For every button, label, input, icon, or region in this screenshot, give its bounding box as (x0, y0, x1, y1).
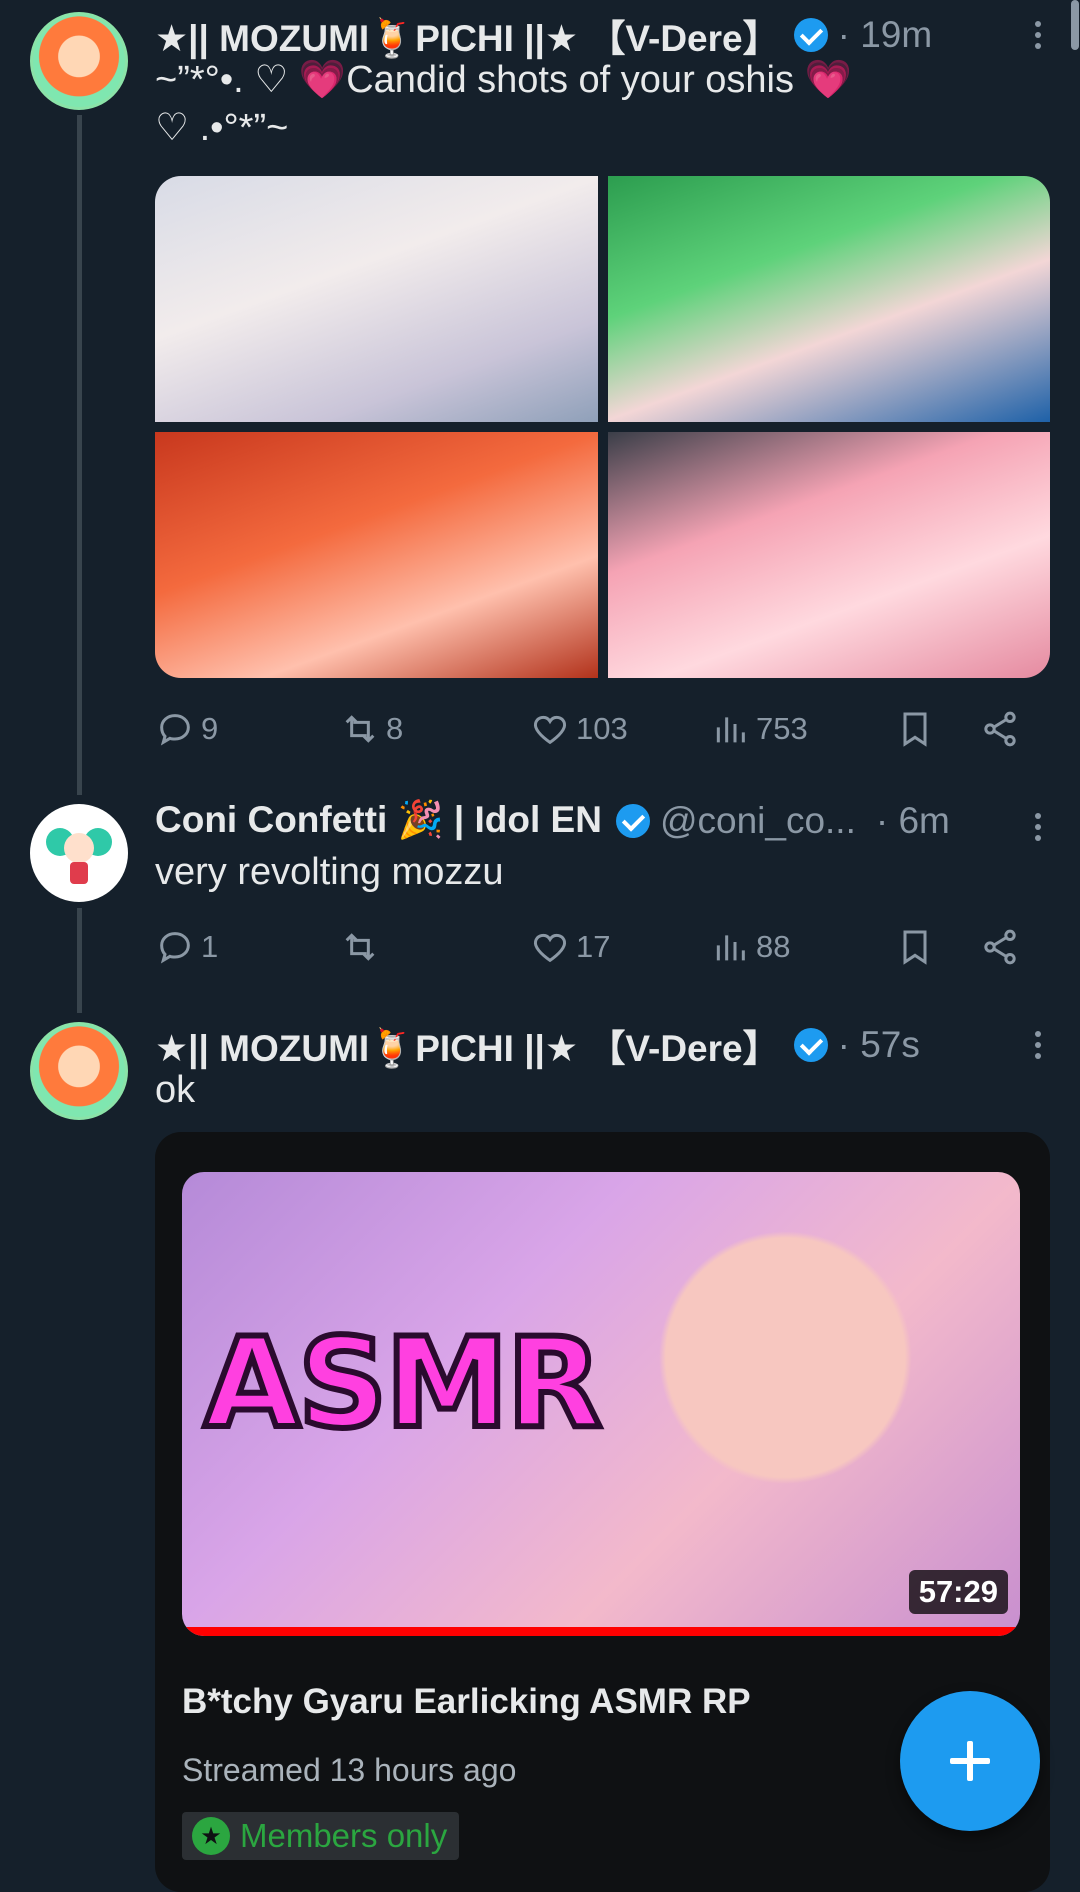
tweet-text: ok (155, 1069, 196, 1111)
action-bar: 9 8 103 753 (155, 704, 1035, 754)
share-button[interactable] (980, 927, 1020, 967)
tweet-header: Coni Confetti 🎉 | Idol EN @coni_co... · … (155, 799, 1050, 842)
like-button[interactable]: 103 (530, 709, 710, 749)
compose-button[interactable] (900, 1691, 1040, 1831)
verified-icon (615, 803, 650, 838)
like-count: 17 (576, 929, 611, 964)
share-icon (984, 929, 1016, 965)
video-thumbnail[interactable]: ASMR 57:29 (182, 1172, 1020, 1636)
like-count: 103 (576, 711, 628, 746)
author-name[interactable]: Coni Confetti 🎉 | Idol EN (155, 799, 602, 842)
video-title[interactable]: B*tchy Gyaru Earlicking ASMR RP (182, 1682, 751, 1722)
reply-button[interactable]: 1 (155, 927, 340, 967)
star-icon: ★ (192, 1817, 230, 1855)
author-name[interactable]: ★|| MOZUMI🍹PICHI ||★ 【V-Dere】 (155, 8, 780, 62)
media-image[interactable] (607, 432, 1050, 678)
badge-label: Members only (240, 1817, 448, 1854)
reply-count: 9 (201, 711, 219, 746)
like-button[interactable]: 17 (530, 927, 710, 967)
tweet-mozumi-1[interactable]: ★|| MOZUMI🍹PICHI ||★ 【V-Dere】 · 19m ~”*°… (0, 0, 1080, 795)
view-count: 88 (756, 929, 791, 964)
tweet-header: ★|| MOZUMI🍹PICHI ||★ 【V-Dere】 · 19m (155, 8, 1050, 62)
tweet-text: very revolting mozzu (155, 851, 504, 893)
repost-icon (345, 933, 375, 961)
tweet-text-line: ~”*°•. ♡ 💗Candid shots of your oshis 💗 (155, 59, 852, 101)
avatar[interactable] (30, 12, 128, 110)
verified-icon (793, 1028, 828, 1062)
avatar[interactable] (30, 804, 128, 902)
timestamp[interactable]: · 19m (838, 14, 933, 56)
bookmark-button[interactable] (895, 927, 980, 967)
verified-icon (793, 18, 828, 52)
repost-button[interactable]: 8 (340, 709, 530, 749)
repost-button[interactable] (340, 927, 530, 967)
share-button[interactable] (980, 709, 1020, 749)
views-icon (716, 935, 745, 961)
bookmark-icon (903, 930, 927, 965)
more-options-icon[interactable] (1034, 16, 1042, 54)
bookmark-icon (903, 712, 927, 747)
bookmark-button[interactable] (895, 709, 980, 749)
views-icon (716, 717, 745, 743)
thread-line (77, 115, 82, 795)
action-bar: 1 17 88 (155, 922, 1035, 972)
share-icon (984, 711, 1016, 747)
tweet-header: ★|| MOZUMI🍹PICHI ||★ 【V-Dere】 · 57s (155, 1018, 1050, 1072)
views-button[interactable]: 88 (710, 927, 895, 967)
author-handle[interactable]: @coni_co... (660, 800, 856, 842)
thread-line (77, 908, 82, 1013)
heart-icon (533, 933, 567, 963)
tweet-text: ~”*°•. ♡ 💗Candid shots of your oshis 💗 ♡… (155, 56, 940, 152)
reply-icon (160, 932, 190, 964)
thumbnail-text: ASMR (201, 1309, 605, 1459)
view-count: 753 (756, 711, 808, 746)
video-duration: 57:29 (908, 1570, 1008, 1614)
timestamp[interactable]: · 57s (838, 1024, 920, 1066)
more-options-icon[interactable] (1034, 808, 1042, 846)
members-only-badge: ★ Members only (182, 1812, 460, 1860)
repost-count: 8 (386, 711, 404, 746)
author-name[interactable]: ★|| MOZUMI🍹PICHI ||★ 【V-Dere】 (155, 1018, 780, 1072)
avatar[interactable] (30, 1022, 128, 1120)
watch-progress-bar (182, 1627, 1020, 1636)
more-options-icon[interactable] (1034, 1026, 1042, 1064)
media-grid (155, 176, 1050, 678)
reply-button[interactable]: 9 (155, 709, 340, 749)
reply-icon (160, 714, 190, 746)
reply-count: 1 (201, 929, 219, 964)
media-image[interactable] (155, 176, 598, 422)
views-button[interactable]: 753 (710, 709, 895, 749)
repost-icon (345, 715, 375, 743)
video-subtitle: Streamed 13 hours ago (182, 1752, 517, 1788)
tweet-text-line: ♡ .•°*”~ (155, 107, 289, 149)
timestamp[interactable]: · 6m (876, 800, 950, 842)
media-image[interactable] (155, 432, 598, 678)
tweet-coni[interactable]: Coni Confetti 🎉 | Idol EN @coni_co... · … (0, 790, 1080, 1013)
media-image[interactable] (607, 176, 1050, 422)
heart-icon (533, 715, 567, 745)
